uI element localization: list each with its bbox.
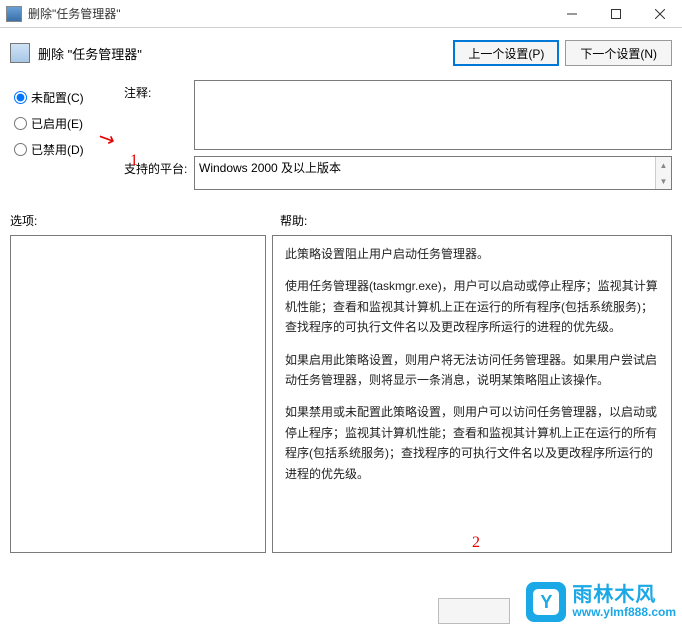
scroll-up-icon[interactable]: ▲ [656,157,671,173]
window-title: 删除"任务管理器" [28,5,550,22]
help-label: 帮助: [270,212,672,229]
radio-enabled-label: 已启用(E) [31,115,83,132]
radio-enabled[interactable]: 已启用(E) [14,110,104,136]
radio-disabled[interactable]: 已禁用(D) [14,136,104,162]
comment-input[interactable] [194,80,672,150]
help-p2: 使用任务管理器(taskmgr.exe)，用户可以启动或停止程序；监视其计算机性… [285,276,659,337]
help-p4: 如果禁用或未配置此策略设置，则用户可以访问任务管理器，以启动或停止程序；监视其计… [285,402,659,484]
help-p1: 此策略设置阻止用户启动任务管理器。 [285,244,659,264]
options-label: 选项: [10,212,270,229]
watermark-brand: 雨林木风 [572,584,676,606]
options-panel [10,235,266,553]
policy-header: 删除 "任务管理器" 上一个设置(P) 下一个设置(N) [0,28,682,80]
watermark: Y 雨林木风 www.ylmf888.com [526,582,676,622]
help-p3: 如果启用此策略设置，则用户将无法访问任务管理器。如果用户尝试启动任务管理器，则将… [285,350,659,391]
platform-box: Windows 2000 及以上版本 ▲ ▼ [194,156,672,190]
watermark-url: www.ylmf888.com [572,606,676,619]
watermark-logo-icon: Y [526,582,566,622]
minimize-button[interactable] [550,0,594,28]
panels: 此策略设置阻止用户启动任务管理器。 使用任务管理器(taskmgr.exe)，用… [0,235,682,553]
app-icon [6,6,22,22]
radio-disabled-label: 已禁用(D) [31,141,84,158]
radio-not-configured[interactable]: 未配置(C) [14,84,104,110]
platform-value: Windows 2000 及以上版本 [199,159,341,176]
next-setting-button[interactable]: 下一个设置(N) [565,40,672,66]
radio-enabled-input[interactable] [14,117,27,130]
policy-title: 删除 "任务管理器" [38,44,447,63]
radio-disabled-input[interactable] [14,143,27,156]
comment-label: 注释: [124,80,194,150]
comment-row: 注释: [124,80,672,150]
watermark-text: 雨林木风 www.ylmf888.com [572,584,676,619]
scroll-down-icon[interactable]: ▼ [656,173,671,189]
titlebar: 删除"任务管理器" [0,0,682,28]
radio-not-configured-label: 未配置(C) [31,89,84,106]
fields-column: 注释: 支持的平台: Windows 2000 及以上版本 ▲ ▼ [124,80,672,196]
platform-scrollbar[interactable]: ▲ ▼ [655,157,671,189]
section-labels: 选项: 帮助: [0,196,682,235]
close-button[interactable] [638,0,682,28]
window-controls [550,0,682,28]
maximize-button[interactable] [594,0,638,28]
platform-label: 支持的平台: [124,156,194,190]
radio-group: 未配置(C) 已启用(E) 已禁用(D) [14,80,104,196]
previous-setting-button[interactable]: 上一个设置(P) [453,40,559,66]
watermark-logo-char: Y [533,589,559,615]
policy-icon [10,43,30,63]
platform-row: 支持的平台: Windows 2000 及以上版本 ▲ ▼ [124,156,672,190]
radio-not-configured-input[interactable] [14,91,27,104]
config-area: 未配置(C) 已启用(E) 已禁用(D) 注释: 支持的平台: Windows … [0,80,682,196]
help-panel: 此策略设置阻止用户启动任务管理器。 使用任务管理器(taskmgr.exe)，用… [272,235,672,553]
footer-button[interactable] [438,598,510,624]
